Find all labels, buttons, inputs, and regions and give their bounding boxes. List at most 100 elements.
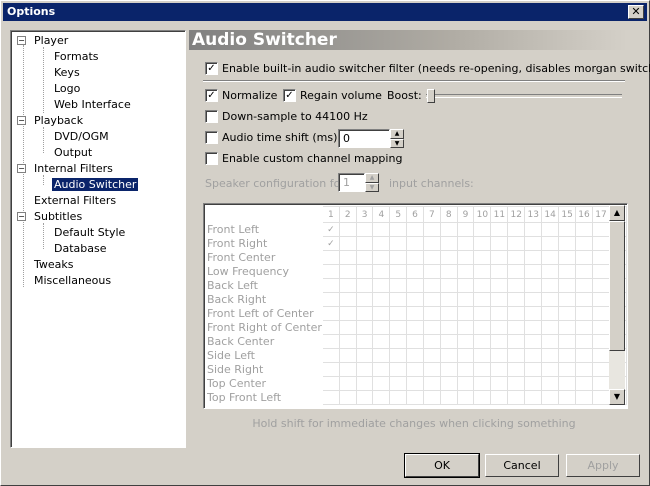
grid-cell[interactable]	[490, 222, 509, 237]
grid-cell[interactable]	[456, 362, 475, 377]
title-bar[interactable]: Options ✕	[3, 3, 647, 21]
tree-item-formats[interactable]: Formats	[52, 49, 101, 64]
grid-cell[interactable]	[592, 376, 610, 391]
grid-cell[interactable]	[355, 292, 374, 307]
grid-cell[interactable]	[321, 292, 340, 307]
grid-cell[interactable]	[406, 334, 424, 349]
grid-cell[interactable]	[439, 362, 458, 377]
tree-item-web-interface[interactable]: Web Interface	[52, 97, 133, 112]
grid-cell[interactable]	[422, 292, 441, 307]
grid-cell[interactable]	[338, 334, 357, 349]
grid-cell[interactable]	[592, 306, 610, 321]
grid-cell[interactable]	[406, 390, 424, 405]
grid-cell[interactable]	[558, 376, 577, 391]
grid-cell[interactable]	[507, 362, 526, 377]
grid-cell[interactable]	[473, 334, 492, 349]
grid-cell[interactable]	[422, 264, 441, 279]
grid-cell[interactable]	[355, 236, 374, 251]
boost-slider-track[interactable]	[426, 94, 622, 98]
grid-cell[interactable]	[473, 306, 492, 321]
tree-item-player[interactable]: − Player	[17, 33, 70, 48]
grid-cell[interactable]	[439, 376, 458, 391]
grid-cell[interactable]	[541, 250, 560, 265]
grid-cell[interactable]	[372, 348, 391, 363]
grid-cell[interactable]	[541, 334, 560, 349]
grid-cell[interactable]	[389, 334, 408, 349]
grid-cell[interactable]	[321, 250, 340, 265]
grid-cell[interactable]	[321, 320, 340, 335]
grid-cell[interactable]	[355, 348, 374, 363]
grid-cell[interactable]	[338, 222, 357, 237]
grid-cell[interactable]	[490, 236, 509, 251]
grid-cell[interactable]	[490, 362, 509, 377]
grid-cell[interactable]	[592, 348, 610, 363]
grid-cell[interactable]	[507, 306, 526, 321]
grid-cell[interactable]	[507, 376, 526, 391]
grid-cell[interactable]	[558, 222, 577, 237]
grid-cell[interactable]	[541, 264, 560, 279]
tree-item-audio-switcher[interactable]: Audio Switcher	[52, 177, 139, 192]
grid-cell[interactable]	[558, 306, 577, 321]
grid-cell[interactable]	[372, 278, 391, 293]
grid-cell[interactable]	[558, 334, 577, 349]
grid-cell[interactable]	[473, 376, 492, 391]
grid-cell[interactable]	[338, 278, 357, 293]
grid-cell[interactable]	[592, 222, 610, 237]
collapse-icon[interactable]: −	[17, 36, 26, 45]
tree-item-subtitles[interactable]: − Subtitles	[17, 209, 84, 224]
grid-cell[interactable]	[575, 306, 593, 321]
grid-cell[interactable]	[439, 348, 458, 363]
tree-item-miscellaneous[interactable]: Miscellaneous	[32, 273, 113, 288]
channel-mapping-grid[interactable]: 123456789101112131415161718 Front Left✓F…	[203, 203, 628, 409]
grid-cell[interactable]	[321, 376, 340, 391]
grid-cell[interactable]	[456, 306, 475, 321]
time-shift-up-button[interactable]: ▲	[390, 129, 404, 139]
grid-cell[interactable]	[507, 222, 526, 237]
grid-cell[interactable]	[422, 376, 441, 391]
options-tree[interactable]: − Player Formats Keys Logo Web Interface…	[10, 30, 186, 448]
grid-cell[interactable]	[456, 278, 475, 293]
grid-cell[interactable]	[406, 348, 424, 363]
grid-cell[interactable]	[524, 250, 543, 265]
grid-cell[interactable]	[490, 348, 509, 363]
grid-cell[interactable]	[507, 320, 526, 335]
grid-cell[interactable]	[372, 362, 391, 377]
grid-cell[interactable]	[372, 390, 391, 405]
grid-cell[interactable]	[524, 348, 543, 363]
grid-cell[interactable]	[389, 376, 408, 391]
grid-cell[interactable]	[355, 264, 374, 279]
grid-cell[interactable]	[439, 264, 458, 279]
grid-cell[interactable]	[456, 334, 475, 349]
grid-cell[interactable]	[355, 334, 374, 349]
grid-cell[interactable]	[558, 320, 577, 335]
custom-mapping-checkbox[interactable]	[205, 152, 218, 165]
tree-item-playback[interactable]: − Playback	[17, 113, 85, 128]
grid-cell[interactable]	[473, 362, 492, 377]
speaker-channels-down-button[interactable]: ▼	[365, 183, 379, 192]
grid-cell[interactable]	[592, 264, 610, 279]
grid-cell[interactable]	[355, 362, 374, 377]
grid-cell[interactable]	[592, 320, 610, 335]
grid-cell[interactable]	[338, 320, 357, 335]
grid-cell[interactable]	[372, 334, 391, 349]
grid-cell[interactable]	[524, 278, 543, 293]
speaker-channels-input[interactable]: 1	[338, 173, 365, 192]
grid-cell[interactable]	[406, 250, 424, 265]
grid-cell[interactable]	[575, 334, 593, 349]
grid-cell[interactable]	[575, 264, 593, 279]
grid-cell[interactable]	[389, 390, 408, 405]
grid-cell[interactable]	[338, 264, 357, 279]
grid-cell[interactable]	[422, 236, 441, 251]
speaker-channels-up-button[interactable]: ▲	[365, 173, 379, 183]
grid-cell[interactable]	[321, 264, 340, 279]
grid-cell[interactable]	[575, 250, 593, 265]
scroll-up-button[interactable]: ▲	[609, 205, 625, 221]
scroll-down-button[interactable]: ▼	[609, 389, 625, 405]
downsample-checkbox[interactable]	[205, 110, 218, 123]
grid-cell[interactable]	[422, 306, 441, 321]
grid-cell[interactable]	[456, 292, 475, 307]
collapse-icon[interactable]: −	[17, 164, 26, 173]
grid-cell[interactable]	[524, 362, 543, 377]
grid-cell[interactable]	[524, 334, 543, 349]
grid-cell[interactable]	[406, 264, 424, 279]
